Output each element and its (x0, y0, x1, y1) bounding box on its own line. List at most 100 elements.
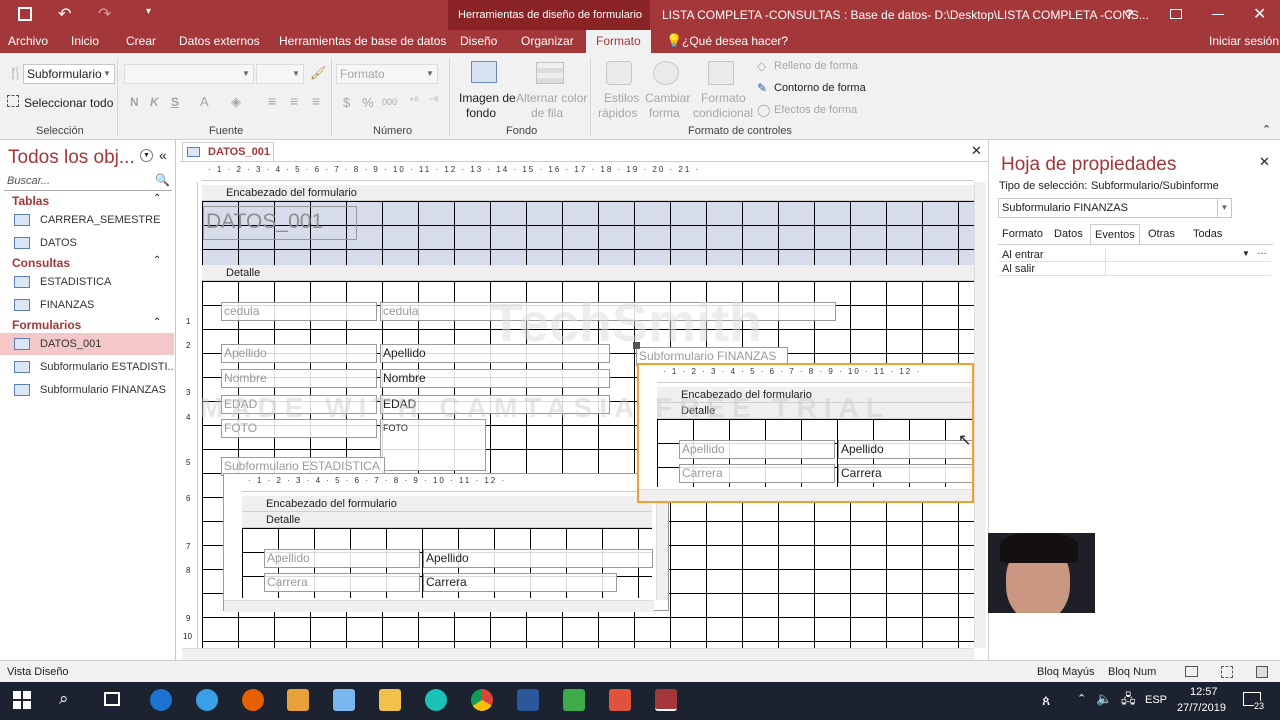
subform-carrera-label[interactable]: Carrera (679, 464, 835, 483)
builder-icon[interactable]: … (1257, 246, 1267, 257)
thousands-button[interactable]: 000 (382, 97, 397, 107)
prop-tab-otras[interactable]: Otras (1144, 224, 1179, 244)
prop-tab-formato[interactable]: Formato (998, 224, 1047, 244)
document-horizontal-scrollbar[interactable] (182, 648, 974, 660)
tab-diseno[interactable]: Diseño (460, 30, 497, 53)
edad-textbox[interactable]: EDAD (380, 395, 610, 414)
word-icon[interactable] (517, 689, 539, 711)
alternate-row-color-icon[interactable] (536, 62, 564, 84)
network-icon[interactable]: 🖧 (1121, 690, 1136, 712)
tab-datos-externos[interactable]: Datos externos (179, 30, 260, 53)
alternate-row-color-label[interactable]: Alternar color (516, 91, 587, 105)
collapse-nav-icon[interactable]: « (159, 147, 167, 163)
subform-horizontal-scrollbar[interactable] (639, 489, 972, 501)
camtasia-red-icon[interactable] (609, 689, 631, 711)
prop-tab-todas[interactable]: Todas (1189, 224, 1226, 244)
subform-vertical-scrollbar[interactable] (656, 496, 668, 600)
nombre-textbox[interactable]: Nombre (380, 369, 610, 388)
people-icon[interactable]: ጰ (1042, 692, 1050, 709)
cedula-textbox[interactable]: cedula (380, 302, 836, 321)
subform-detail-bar[interactable]: Detalle (242, 512, 652, 528)
move-handle[interactable] (633, 342, 640, 349)
edge-icon[interactable] (150, 689, 172, 711)
nav-item-datos[interactable]: DATOS (0, 232, 174, 254)
property-row-al-entrar[interactable]: Al entrar ▼ … (999, 246, 1271, 262)
sign-in-link[interactable]: Iniciar sesión (1209, 30, 1279, 53)
nav-group-tablas[interactable]: Tablas (12, 194, 49, 208)
nav-menu-chevron-icon[interactable]: ▼ (140, 149, 153, 162)
edad-label[interactable]: EDAD (221, 395, 377, 414)
quick-styles-label[interactable]: Estilos (604, 91, 639, 105)
collapse-group-icon[interactable]: ⌃ (153, 193, 161, 204)
form-header-bar[interactable]: Encabezado del formulario (202, 185, 974, 201)
chevron-down-icon[interactable]: ▼ (1242, 249, 1250, 258)
save-icon[interactable] (18, 7, 32, 21)
green-app-icon[interactable] (425, 689, 447, 711)
shape-effects-button[interactable]: Efectos de forma (774, 104, 857, 116)
detail-bar[interactable]: Detalle (202, 265, 974, 281)
subform-apellido-label[interactable]: Apellido (679, 440, 835, 459)
feather-app-icon[interactable] (333, 689, 355, 711)
nombre-label[interactable]: Nombre (221, 369, 377, 388)
undo-icon[interactable]: ↶ (58, 4, 71, 24)
media-app-icon[interactable] (287, 689, 309, 711)
firefox-icon[interactable] (242, 689, 264, 711)
foto-label[interactable]: FOTO (221, 419, 377, 438)
nav-pane-title[interactable]: Todos los obj... (8, 147, 135, 169)
design-view-icon[interactable] (1256, 666, 1268, 678)
conditional-format-sublabel[interactable]: condicional (693, 106, 753, 120)
subform-detail-bar[interactable]: Detalle (657, 403, 972, 419)
subform-carrera-textbox[interactable]: Carrera (423, 573, 617, 592)
help-icon[interactable]: ? (1125, 6, 1134, 22)
collapse-group-icon[interactable]: ⌃ (153, 255, 161, 266)
search-icon[interactable]: ⌕ (59, 689, 69, 709)
quick-styles-sublabel[interactable]: rápidos (598, 106, 637, 120)
document-vertical-scrollbar[interactable] (974, 182, 986, 648)
collapse-ribbon-icon[interactable]: ⌃ (1262, 123, 1271, 136)
conditional-format-label[interactable]: Formato (701, 91, 746, 105)
prop-tab-datos[interactable]: Datos (1050, 224, 1087, 244)
customize-qat-icon[interactable]: ▾ (146, 6, 151, 17)
close-property-sheet-icon[interactable]: ✕ (1259, 154, 1270, 170)
redo-icon[interactable]: ↷ (98, 4, 111, 24)
conditional-format-icon[interactable] (708, 61, 734, 85)
select-all-button[interactable]: Seleccionar todo (24, 96, 113, 110)
apellido-textbox[interactable]: Apellido (380, 344, 610, 363)
decrease-decimal-icon[interactable]: ⁻⁰ (429, 96, 438, 107)
collapse-group-icon[interactable]: ⌃ (153, 317, 161, 328)
number-format-combo[interactable]: Formato ▼ (336, 64, 438, 84)
form-title-label[interactable]: DATOS_001 (203, 206, 357, 240)
change-shape-sublabel[interactable]: forma (649, 106, 680, 120)
currency-button[interactable]: $ (343, 95, 350, 110)
subform-header-bar[interactable]: Encabezado del formulario (657, 387, 972, 403)
property-row-al-salir[interactable]: Al salir (999, 262, 1271, 276)
subform-finanzas[interactable]: · 1 · 2 · 3 · 4 · 5 · 6 · 7 · 8 · 9 · 10… (637, 363, 974, 503)
clock-time[interactable]: 12:57 (1190, 686, 1218, 698)
minimize-icon[interactable] (1212, 14, 1224, 15)
apellido-label[interactable]: Apellido (221, 344, 377, 363)
cedula-label[interactable]: cedula (221, 302, 377, 321)
subform-horizontal-scrollbar[interactable] (224, 600, 654, 612)
increase-decimal-icon[interactable]: ⁺⁰ (409, 96, 418, 107)
nav-item-estadistica[interactable]: ESTADISTICA (0, 271, 174, 293)
nav-item-finanzas[interactable]: FINANZAS (0, 294, 174, 316)
property-value-field[interactable] (1105, 262, 1271, 275)
internet-explorer-icon[interactable] (196, 689, 218, 711)
italic-button[interactable]: K (150, 95, 159, 109)
windows-start-icon[interactable] (13, 691, 31, 709)
percent-button[interactable]: % (362, 95, 374, 110)
nav-search-field[interactable]: Buscar... 🔍 (4, 173, 172, 191)
ribbon-display-icon[interactable] (1170, 9, 1182, 19)
subform-apellido-textbox[interactable]: Apellido (838, 440, 972, 459)
close-icon[interactable]: ✕ (1253, 4, 1266, 24)
alternate-row-color-sublabel[interactable]: de fila (531, 106, 563, 120)
object-selector-combo[interactable]: Subformulario ▼ (23, 64, 115, 84)
background-image-icon[interactable] (471, 61, 497, 83)
quick-styles-icon[interactable] (606, 61, 632, 85)
tab-formato[interactable]: Formato (586, 30, 651, 53)
change-shape-icon[interactable] (653, 61, 679, 85)
camtasia-green-icon[interactable] (563, 689, 585, 711)
background-image-label[interactable]: Imagen de (459, 91, 516, 105)
nav-item-subform-finanzas[interactable]: Subformulario FINANZAS (0, 379, 174, 401)
change-shape-label[interactable]: Cambiar (645, 91, 690, 105)
